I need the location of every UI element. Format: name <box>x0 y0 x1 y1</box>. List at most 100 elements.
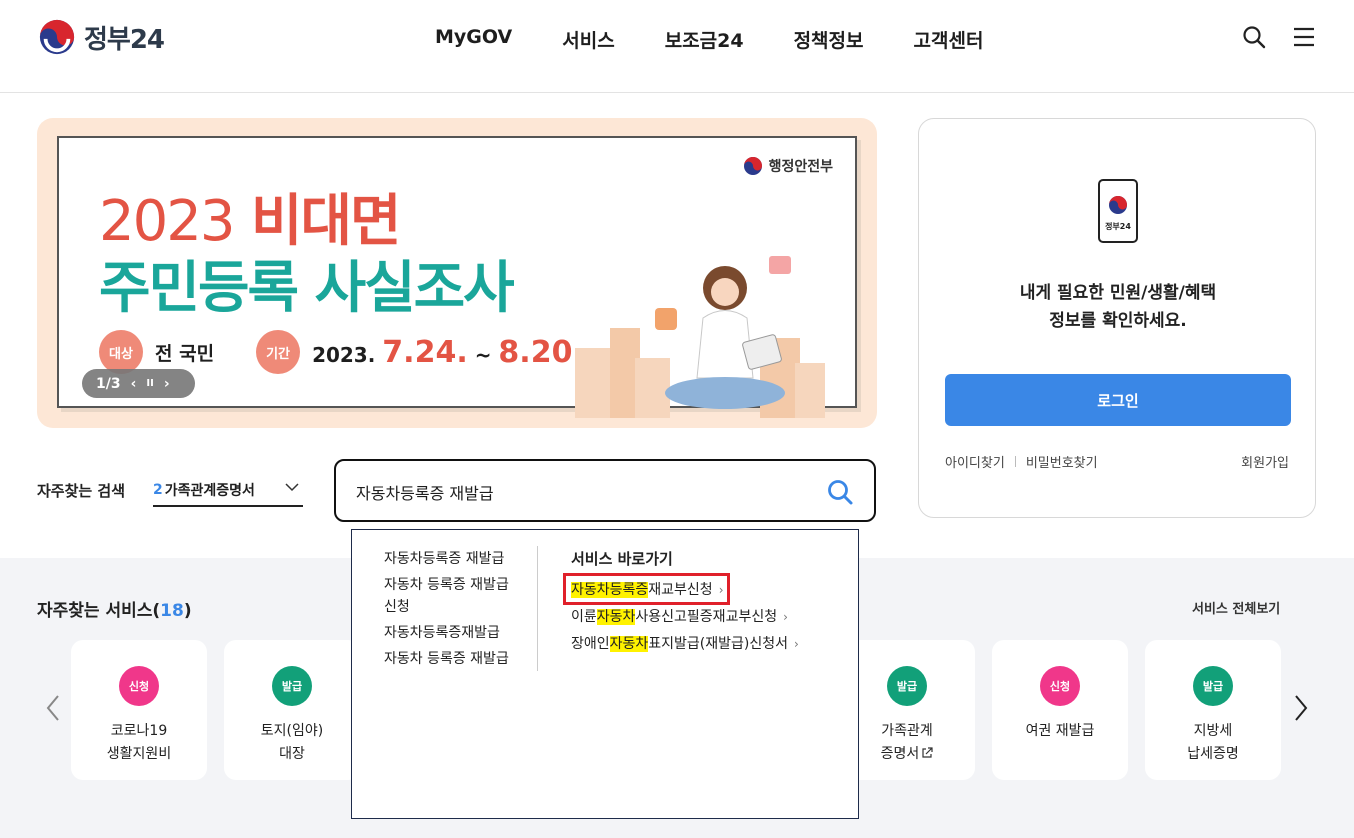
service-card-line2: 생활지원비 <box>106 746 172 762</box>
taegeuk-icon <box>743 157 762 175</box>
login-button[interactable]: 로그인 <box>945 374 1291 426</box>
external-link-icon <box>922 747 933 758</box>
services-title-end: ) <box>183 601 192 621</box>
service-card-line1: 토지(임야) <box>260 723 324 739</box>
suggestion-item[interactable]: 자동차 등록증 재발급 <box>384 648 526 670</box>
search-input[interactable] <box>356 479 796 505</box>
suggestion-item[interactable]: 자동차등록증 재발급 <box>384 548 526 570</box>
find-password-link[interactable]: 비밀번호찾기 <box>1026 452 1098 471</box>
service-card-label: 토지(임야) 대장 <box>224 720 360 766</box>
quick-link-prefix: 장애인 <box>571 636 610 652</box>
quick-link-highlight: 자동차 <box>596 609 636 625</box>
suggestion-item[interactable]: 자동차 등록증 재발급 신청 <box>384 574 526 618</box>
annotation-highlight-box <box>563 573 730 605</box>
search-icon[interactable] <box>826 478 854 506</box>
login-panel: 정부24 내게 필요한 민원/생활/혜택 정보를 확인하세요. 로그인 아이디찾… <box>918 118 1316 518</box>
service-card[interactable]: 발급 토지(임야) 대장 <box>224 640 360 780</box>
service-card[interactable]: 신청 여권 재발급 <box>992 640 1128 780</box>
service-card[interactable]: 발급 지방세 납세증명 <box>1145 640 1281 780</box>
service-card-line2-text: 증명서 <box>880 746 920 762</box>
service-card-line2: 대장 <box>279 746 305 762</box>
search-icon[interactable] <box>1242 25 1266 49</box>
phone-icon: 정부24 <box>1098 179 1138 243</box>
dropdown-divider <box>537 546 538 671</box>
nav-customer-center[interactable]: 고객센터 <box>914 26 984 53</box>
banner-headline-2: 주민등록 사실조사 <box>99 256 515 321</box>
menu-icon[interactable] <box>1292 25 1316 49</box>
apply-badge: 신청 <box>1040 666 1080 706</box>
service-card-line2: 증명서 <box>839 743 975 766</box>
service-card[interactable]: 신청 코로나19 생활지원비 <box>71 640 207 780</box>
period-value: 2023. 7.24. ~ 8.20. <box>312 335 584 370</box>
quick-links-title: 서비스 바로가기 <box>571 550 673 568</box>
chevron-left-icon[interactable] <box>44 693 62 723</box>
period-pill: 기간 <box>256 330 301 374</box>
site-header: 정부24 MyGOV 서비스 보조금24 정책정보 고객센터 <box>0 0 1354 93</box>
service-card-line1: 코로나19 <box>110 723 168 739</box>
chevron-right-icon: › <box>794 637 799 651</box>
chevron-down-icon <box>285 483 299 492</box>
frequent-search-select[interactable]: 2 가족관계증명서 <box>153 474 303 507</box>
services-count: 18 <box>160 601 184 621</box>
signup-link[interactable]: 회원가입 <box>1241 452 1289 471</box>
banner-prev-button[interactable]: ‹ <box>131 376 137 392</box>
taegeuk-logo-icon <box>39 19 75 55</box>
login-links: 아이디찾기 비밀번호찾기 <box>945 452 1098 471</box>
nav-mygov[interactable]: MyGOV <box>435 26 512 53</box>
frequent-search-term: 가족관계증명서 <box>164 482 255 499</box>
chevron-right-icon: › <box>783 610 788 624</box>
service-card-label: 가족관계 증명서 <box>839 720 975 766</box>
service-card-line1: 여권 재발급 <box>1025 723 1095 739</box>
service-card-line1: 지방세 <box>1193 723 1233 739</box>
issue-badge: 발급 <box>1193 666 1233 706</box>
quick-link-highlight: 자동차 <box>609 636 649 652</box>
quick-link-prefix: 이륜 <box>571 609 597 625</box>
frequent-search-rank: 2 <box>153 481 163 498</box>
view-all-services-link[interactable]: 서비스 전체보기 <box>1192 598 1280 617</box>
logo-text: 정부24 <box>84 24 165 55</box>
date-start: 7.24. <box>382 334 468 370</box>
ministry-label: 행정안전부 <box>743 156 833 176</box>
banner-pause-button[interactable]: II <box>146 378 153 389</box>
suggestion-item[interactable]: 자동차등록증재발급 <box>384 622 526 644</box>
target-value: 전 국민 <box>155 342 215 365</box>
chevron-right-icon[interactable] <box>1292 693 1310 723</box>
quick-link-item[interactable]: 이륜자동차사용신고필증재교부신청 › <box>571 604 799 631</box>
login-message-line1: 내게 필요한 민원/생활/혜택 <box>1019 283 1217 303</box>
quick-link-suffix: 사용신고필증재교부신청 <box>635 609 778 625</box>
find-id-link[interactable]: 아이디찾기 <box>945 452 1005 471</box>
search-autocomplete: 자동차등록증 재발급 자동차 등록증 재발급 신청 자동차등록증재발급 자동차 … <box>351 529 859 819</box>
banner-details: 대상 전 국민 기간 2023. 7.24. ~ 8.20. <box>99 330 584 374</box>
login-message: 내게 필요한 민원/생활/혜택 정보를 확인하세요. <box>919 279 1317 335</box>
site-logo[interactable]: 정부24 <box>38 18 165 56</box>
service-card[interactable]: 발급 가족관계 증명서 <box>839 640 975 780</box>
apply-badge: 신청 <box>119 666 159 706</box>
service-card-line2: 납세증명 <box>1187 746 1239 762</box>
target-pill: 대상 <box>99 330 143 374</box>
header-tools <box>1242 25 1316 49</box>
services-title-text: 자주찾는 서비스( <box>37 601 161 621</box>
banner-page-indicator: 1/3 <box>96 375 121 392</box>
phone-label: 정부24 <box>1105 222 1131 231</box>
date-prefix: 2023. <box>312 342 376 367</box>
banner-next-button[interactable]: › <box>164 376 170 392</box>
service-card-label: 여권 재발급 <box>992 720 1128 743</box>
issue-badge: 발급 <box>272 666 312 706</box>
nav-subsidy24[interactable]: 보조금24 <box>665 26 744 53</box>
ministry-name: 행정안전부 <box>768 159 833 175</box>
nav-policy-info[interactable]: 정책정보 <box>794 26 864 53</box>
issue-badge: 발급 <box>887 666 927 706</box>
quick-link-suffix: 표지발급(재발급)신청서 <box>648 636 789 652</box>
search-bar <box>334 459 876 522</box>
banner-illustration <box>575 256 825 418</box>
nav-services[interactable]: 서비스 <box>562 26 614 53</box>
service-card-line1: 가족관계 <box>881 723 933 739</box>
quick-link-item[interactable]: 장애인자동차표지발급(재발급)신청서 › <box>571 631 799 658</box>
suggestion-list: 자동차등록증 재발급 자동차 등록증 재발급 신청 자동차등록증재발급 자동차 … <box>384 548 526 674</box>
link-divider <box>1014 456 1016 467</box>
service-card-label: 코로나19 생활지원비 <box>71 720 207 766</box>
login-message-line2: 정보를 확인하세요. <box>1049 311 1187 331</box>
frequent-services-title: 자주찾는 서비스(18) <box>37 596 192 621</box>
frequent-search-label: 자주찾는 검색 <box>37 482 126 500</box>
banner-card: 행정안전부 2023 비대면 주민등록 사실조사 대상 전 국민 기간 2023… <box>57 136 857 418</box>
